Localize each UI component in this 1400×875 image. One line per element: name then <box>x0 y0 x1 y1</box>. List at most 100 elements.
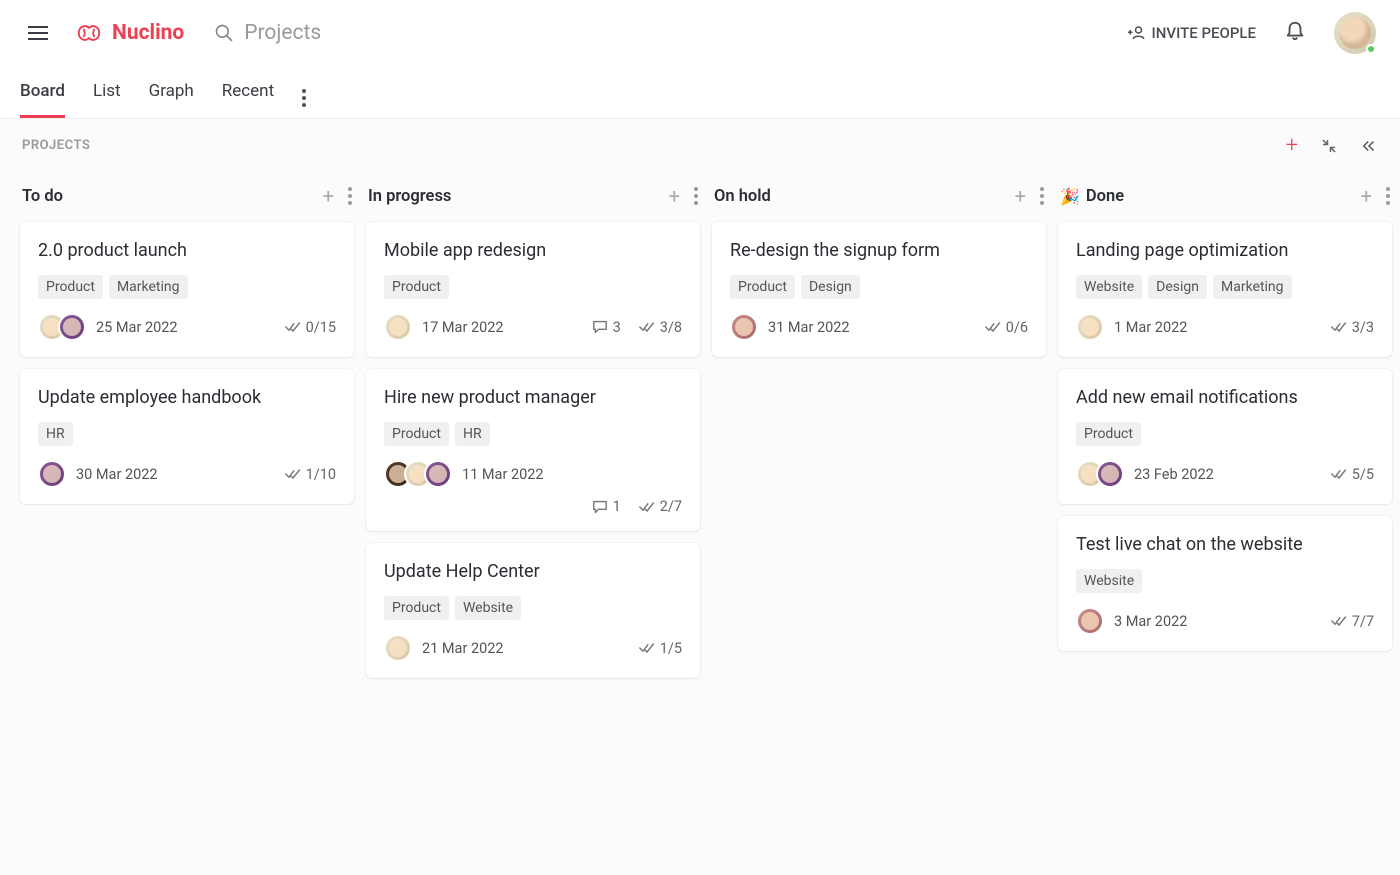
tag: Product <box>38 275 103 299</box>
column-title-text: To do <box>22 187 63 206</box>
assignee-avatars <box>1076 313 1104 341</box>
assignee-avatars <box>384 313 412 341</box>
app-header: Nuclino Projects INVITE PEOPLE <box>0 0 1400 66</box>
card[interactable]: Update Help CenterProductWebsite21 Mar 2… <box>366 543 700 678</box>
assignee-avatars <box>1076 607 1104 635</box>
add-column-button[interactable]: + <box>1286 133 1298 158</box>
tab-list[interactable]: List <box>93 66 121 118</box>
column-title-text: In progress <box>368 187 451 206</box>
tag: Website <box>455 596 521 620</box>
card-footer: 31 Mar 2022 0/6 <box>730 313 1028 341</box>
card[interactable]: 2.0 product launchProductMarketing25 Mar… <box>20 222 354 357</box>
card[interactable]: Landing page optimizationWebsiteDesignMa… <box>1058 222 1392 357</box>
avatar <box>730 313 758 341</box>
tag: Product <box>1076 422 1141 446</box>
card-footer-right: 1/10 <box>285 466 336 483</box>
checklist-progress: 7/7 <box>1331 613 1374 630</box>
search-bar[interactable]: Projects <box>214 21 1127 45</box>
column-in-progress: In progress+Mobile app redesignProduct17… <box>366 176 700 867</box>
tag: HR <box>38 422 73 446</box>
app-logo[interactable]: Nuclino <box>72 21 184 45</box>
card-footer-left: 31 Mar 2022 <box>730 313 850 341</box>
column-actions: + <box>1361 184 1390 208</box>
checklist-icon <box>639 500 655 514</box>
add-card-button[interactable]: + <box>1361 184 1372 208</box>
checklist-progress: 5/5 <box>1331 466 1374 483</box>
checklist-icon <box>1331 467 1347 481</box>
card[interactable]: Add new email notificationsProduct23 Feb… <box>1058 369 1392 504</box>
tag: Product <box>384 422 449 446</box>
card-date: 25 Mar 2022 <box>96 319 178 336</box>
card-footer: 1 Mar 20223/3 <box>1076 313 1374 341</box>
card[interactable]: Re-design the signup formProductDesign31… <box>712 222 1046 357</box>
card-title: Mobile app redesign <box>384 240 682 261</box>
kanban-board: To do +2.0 product launchProductMarketing… <box>0 168 1400 875</box>
column-menu-button[interactable] <box>1386 187 1390 205</box>
search-placeholder: Projects <box>244 21 321 45</box>
card-title: Test live chat on the website <box>1076 534 1374 555</box>
column-on-hold: On hold+Re-design the signup formProduct… <box>712 176 1046 867</box>
comment-icon <box>592 320 608 334</box>
card-footer: 11 Mar 2022 <box>384 460 682 488</box>
column-header: In progress + <box>366 176 700 222</box>
avatar <box>1076 313 1104 341</box>
checklist-progress: 1/5 <box>639 640 682 657</box>
assignee-avatars <box>384 634 412 662</box>
column-actions: + <box>669 184 698 208</box>
column-to-do: To do +2.0 product launchProductMarketing… <box>20 176 354 867</box>
add-card-button[interactable]: + <box>323 184 334 208</box>
comments-count: 1 <box>592 498 621 515</box>
add-card-button[interactable]: + <box>1015 184 1026 208</box>
card[interactable]: Mobile app redesignProduct17 Mar 202233/… <box>366 222 700 357</box>
checklist-progress: 2/7 <box>639 498 682 515</box>
card-title: Hire new product manager <box>384 387 682 408</box>
tag: Marketing <box>1213 275 1292 299</box>
card[interactable]: Hire new product manager ProductHR 11 Mar … <box>366 369 700 531</box>
card-footer-right: 0/6 <box>985 319 1028 336</box>
checklist-progress: 0/6 <box>985 319 1028 336</box>
checklist-progress: 3/3 <box>1331 319 1374 336</box>
notifications-button[interactable] <box>1284 20 1306 46</box>
card-footer: 21 Mar 20221/5 <box>384 634 682 662</box>
card-date: 3 Mar 2022 <box>1114 613 1187 630</box>
card-footer: 3 Mar 2022 7/7 <box>1076 607 1374 635</box>
tag: Design <box>801 275 860 299</box>
card-title: Re-design the signup form <box>730 240 1028 261</box>
card-footer-left: 3 Mar 2022 <box>1076 607 1187 635</box>
card-footer: 23 Feb 20225/5 <box>1076 460 1374 488</box>
collapse-button[interactable] <box>1320 137 1338 155</box>
column-actions: + <box>323 184 352 208</box>
card[interactable]: Update employee handbookHR30 Mar 20221/1… <box>20 369 354 504</box>
tab-recent[interactable]: Recent <box>222 66 274 118</box>
column-menu-button[interactable] <box>1040 187 1044 205</box>
menu-button[interactable] <box>24 19 52 47</box>
column-done: 🎉Done+Landing page optimizationWebsiteDe… <box>1058 176 1392 867</box>
card-tags: Website <box>1076 569 1374 593</box>
tag: Product <box>384 275 449 299</box>
card-tags: HR <box>38 422 336 446</box>
add-card-button[interactable]: + <box>669 184 680 208</box>
tab-board[interactable]: Board <box>20 66 65 118</box>
card-footer-right: 5/5 <box>1331 466 1374 483</box>
tag: HR <box>455 422 490 446</box>
card-tags: ProductHR <box>384 422 682 446</box>
board-toolbar: PROJECTS + <box>0 118 1400 168</box>
avatar <box>58 313 86 341</box>
tab-more-button[interactable] <box>302 78 306 107</box>
column-header: 🎉Done+ <box>1058 176 1392 222</box>
assignee-avatars <box>730 313 758 341</box>
card-footer: 30 Mar 20221/10 <box>38 460 336 488</box>
user-avatar[interactable] <box>1334 12 1376 54</box>
tab-graph[interactable]: Graph <box>149 66 194 118</box>
invite-people-button[interactable]: INVITE PEOPLE <box>1128 24 1256 42</box>
tag: Website <box>1076 275 1142 299</box>
card-footer-right: 7/7 <box>1331 613 1374 630</box>
column-actions: + <box>1015 184 1044 208</box>
card-footer-right: 0/15 <box>285 319 336 336</box>
hide-sidebar-button[interactable] <box>1360 137 1378 155</box>
board-title: PROJECTS <box>22 138 90 153</box>
column-menu-button[interactable] <box>694 187 698 205</box>
column-menu-button[interactable] <box>348 187 352 205</box>
card[interactable]: Test live chat on the website Website 3 Ma… <box>1058 516 1392 651</box>
checklist-progress: 3/8 <box>639 319 682 336</box>
